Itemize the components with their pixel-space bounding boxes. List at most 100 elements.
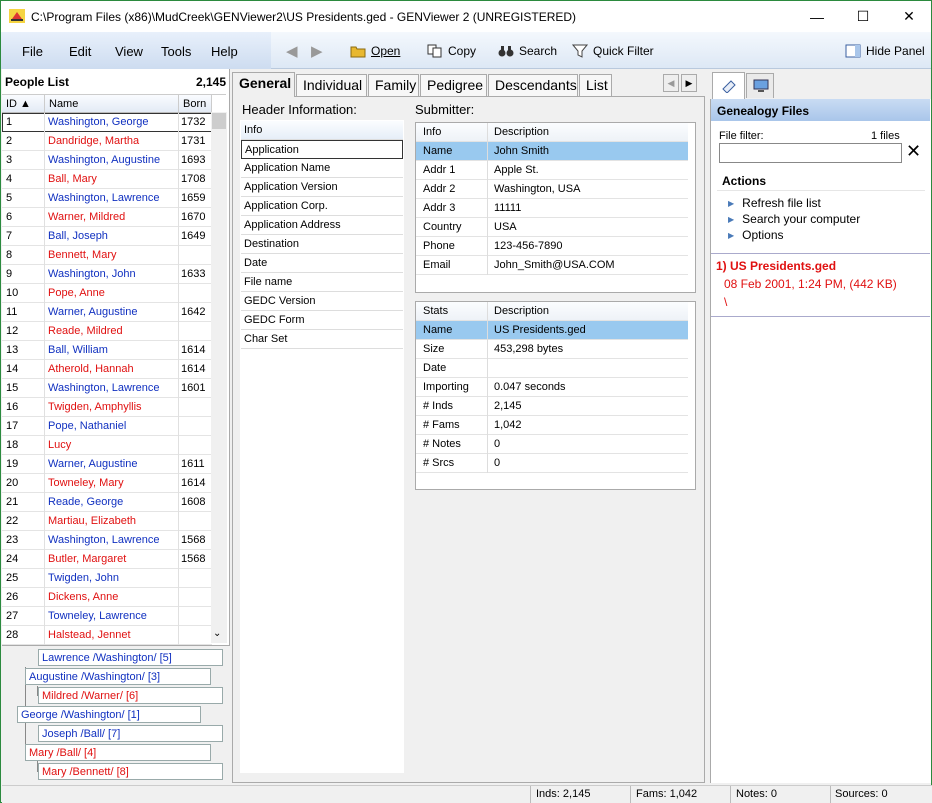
action-refresh-file-list[interactable]: ▶ Refresh file list — [728, 196, 821, 210]
people-row[interactable]: 14 Atherold, Hannah 1614 — [2, 360, 212, 379]
menu-view[interactable]: View — [115, 44, 143, 59]
submitter-row[interactable]: Addr 1 Apple St. — [416, 161, 688, 180]
people-row[interactable]: 6 Warner, Mildred 1670 — [2, 208, 212, 227]
forward-icon[interactable]: ▶ — [311, 42, 323, 60]
people-row[interactable]: 2 Dandridge, Martha 1731 — [2, 132, 212, 151]
people-row[interactable]: 7 Ball, Joseph 1649 — [2, 227, 212, 246]
stats-row[interactable]: # Fams 1,042 — [416, 416, 688, 435]
tree-node[interactable]: Joseph /Ball/ [7] — [38, 725, 223, 742]
tree-node[interactable]: Mildred /Warner/ [6] — [38, 687, 223, 704]
tab-family[interactable]: Family — [368, 74, 419, 96]
file-name[interactable]: 1) US Presidents.ged — [716, 259, 836, 273]
people-row[interactable]: 5 Washington, Lawrence 1659 — [2, 189, 212, 208]
submitter-row[interactable]: Country USA — [416, 218, 688, 237]
submitter-row[interactable]: Email John_Smith@USA.COM — [416, 256, 688, 275]
people-row[interactable]: 13 Ball, William 1614 — [2, 341, 212, 360]
search-button[interactable]: Search — [498, 44, 557, 58]
close-button[interactable]: ✕ — [886, 1, 932, 32]
people-row[interactable]: 27 Towneley, Lawrence — [2, 607, 212, 626]
tab-list[interactable]: List — [579, 74, 612, 96]
scrollbar-thumb[interactable] — [212, 113, 226, 129]
people-row[interactable]: 21 Reade, George 1608 — [2, 493, 212, 512]
submitter-row[interactable]: Name John Smith — [416, 142, 688, 161]
tab-scroll-right-icon[interactable]: ▶ — [681, 74, 697, 92]
header-info-item[interactable]: Application Version — [241, 178, 403, 197]
minimize-button[interactable]: — — [794, 1, 840, 32]
header-info-item[interactable]: Destination — [241, 235, 403, 254]
people-row[interactable]: 1 Washington, George 1732 — [2, 113, 212, 132]
stats-row[interactable]: Importing 0.047 seconds — [416, 378, 688, 397]
tree-node[interactable]: Mary /Ball/ [4] — [25, 744, 211, 761]
tab-computer[interactable] — [746, 73, 774, 98]
tree-node[interactable]: Augustine /Washington/ [3] — [25, 668, 211, 685]
people-row[interactable]: 17 Pope, Nathaniel — [2, 417, 212, 436]
column-born[interactable]: Born — [179, 95, 212, 113]
people-row[interactable]: 22 Martiau, Elizabeth — [2, 512, 212, 531]
tree-node[interactable]: Lawrence /Washington/ [5] — [38, 649, 223, 666]
header-info-item[interactable]: Date — [241, 254, 403, 273]
people-row[interactable]: 4 Ball, Mary 1708 — [2, 170, 212, 189]
clear-filter-icon[interactable]: ✕ — [906, 141, 921, 162]
people-scrollbar[interactable] — [211, 112, 227, 643]
menu-help[interactable]: Help — [211, 44, 238, 59]
stats-row[interactable]: Name US Presidents.ged — [416, 321, 688, 340]
header-info-item[interactable]: File name — [241, 273, 403, 292]
header-info-item[interactable]: Application Name — [241, 159, 403, 178]
tab-scroll-left-icon[interactable]: ◀ — [663, 74, 679, 92]
menu-file[interactable]: File — [22, 44, 43, 59]
copy-button[interactable]: Copy — [427, 44, 476, 58]
column-id[interactable]: ID ▲ — [2, 95, 45, 113]
people-row[interactable]: 3 Washington, Augustine 1693 — [2, 151, 212, 170]
people-row[interactable]: 20 Towneley, Mary 1614 — [2, 474, 212, 493]
people-row[interactable]: 24 Butler, Margaret 1568 — [2, 550, 212, 569]
header-info-item[interactable]: Application — [241, 140, 403, 159]
people-row[interactable]: 28 Halstead, Jennet — [2, 626, 212, 645]
open-button[interactable]: Open — [350, 44, 400, 58]
header-info-item[interactable]: Application Corp. — [241, 197, 403, 216]
people-row[interactable]: 15 Washington, Lawrence 1601 — [2, 379, 212, 398]
stats-row[interactable]: # Inds 2,145 — [416, 397, 688, 416]
people-row[interactable]: 25 Twigden, John — [2, 569, 212, 588]
people-row[interactable]: 9 Washington, John 1633 — [2, 265, 212, 284]
back-icon[interactable]: ◀ — [286, 42, 298, 60]
tab-general[interactable]: General — [232, 72, 295, 97]
header-info-item[interactable]: Char Set — [241, 330, 403, 349]
submitter-row[interactable]: Addr 3 11111 — [416, 199, 688, 218]
people-row[interactable]: 12 Reade, Mildred — [2, 322, 212, 341]
people-row[interactable]: 18 Lucy — [2, 436, 212, 455]
submitter-row[interactable]: Addr 2 Washington, USA — [416, 180, 688, 199]
tree-node[interactable]: George /Washington/ [1] — [17, 706, 201, 723]
people-row[interactable]: 11 Warner, Augustine 1642 — [2, 303, 212, 322]
menu-edit[interactable]: Edit — [69, 44, 91, 59]
stats-row[interactable]: Date — [416, 359, 688, 378]
person-born: 1659 — [181, 192, 206, 204]
header-info-item[interactable]: Application Address — [241, 216, 403, 235]
quick-filter-button[interactable]: Quick Filter — [572, 44, 654, 58]
stats-row[interactable]: # Srcs 0 — [416, 454, 688, 473]
people-row[interactable]: 10 Pope, Anne — [2, 284, 212, 303]
file-filter-input[interactable] — [719, 143, 902, 163]
header-info-item[interactable]: GEDC Form — [241, 311, 403, 330]
stats-row[interactable]: Size 453,298 bytes — [416, 340, 688, 359]
action-search-computer[interactable]: ▶ Search your computer — [728, 212, 860, 226]
people-row[interactable]: 8 Bennett, Mary — [2, 246, 212, 265]
tab-individual[interactable]: Individual — [296, 74, 367, 96]
people-row[interactable]: 26 Dickens, Anne — [2, 588, 212, 607]
scroll-down-icon[interactable]: ⌄ — [213, 628, 221, 639]
header-info-item[interactable]: GEDC Version — [241, 292, 403, 311]
tab-genealogy-files[interactable] — [712, 72, 745, 99]
action-options[interactable]: ▶ Options — [728, 228, 784, 242]
hide-panel-button[interactable]: Hide Panel — [845, 44, 925, 58]
maximize-button[interactable]: ☐ — [840, 1, 886, 32]
people-row[interactable]: 16 Twigden, Amphyllis — [2, 398, 212, 417]
tab-descendants[interactable]: Descendants — [488, 74, 578, 96]
stats-row[interactable]: # Notes 0 — [416, 435, 688, 454]
tree-node[interactable]: Mary /Bennett/ [8] — [38, 763, 223, 780]
column-name[interactable]: Name — [45, 95, 179, 113]
people-row[interactable]: 23 Washington, Lawrence 1568 — [2, 531, 212, 550]
tab-pedigree[interactable]: Pedigree — [420, 74, 487, 96]
menu-tools[interactable]: Tools — [161, 44, 191, 59]
people-row[interactable]: 19 Warner, Augustine 1611 — [2, 455, 212, 474]
submitter-row[interactable]: Phone 123-456-7890 — [416, 237, 688, 256]
header-info-item[interactable]: Info — [241, 121, 403, 140]
